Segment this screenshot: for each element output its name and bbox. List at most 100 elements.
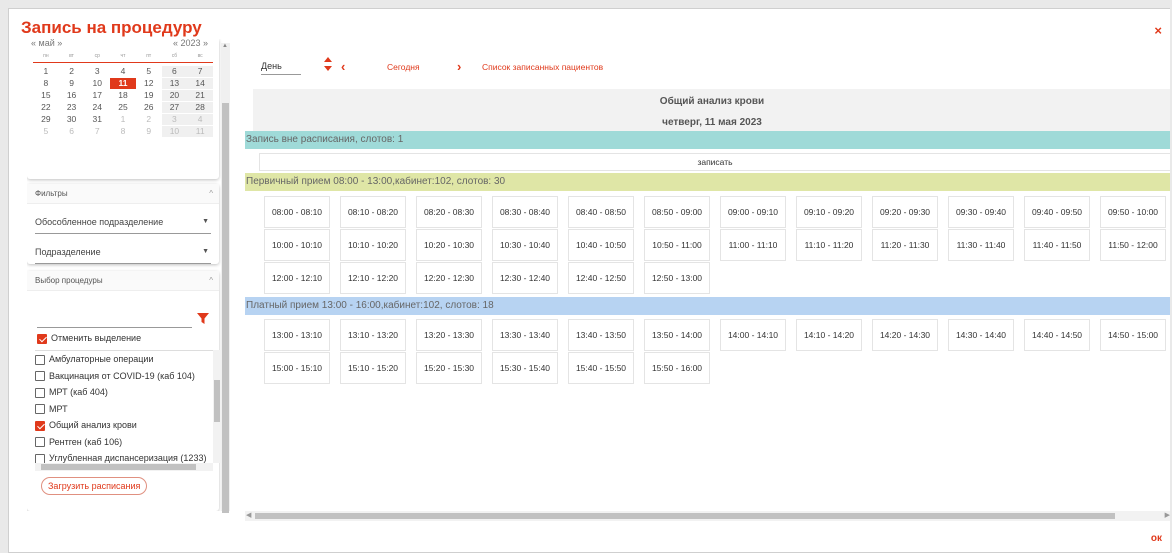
left-panel-scrollbar[interactable]: ▲: [221, 43, 230, 513]
time-slot[interactable]: 08:00 - 08:10: [264, 196, 330, 228]
time-slot[interactable]: 11:00 - 11:10: [720, 229, 786, 261]
time-slot[interactable]: 15:20 - 15:30: [416, 352, 482, 384]
procedure-item[interactable]: Вакцинация от COVID-19 (каб 104): [35, 368, 213, 385]
calendar-day[interactable]: 15: [33, 90, 59, 101]
time-slot[interactable]: 09:30 - 09:40: [948, 196, 1014, 228]
calendar-day[interactable]: 8: [33, 78, 59, 89]
calendar-day[interactable]: 7: [84, 126, 110, 137]
calendar-day[interactable]: 19: [136, 90, 162, 101]
time-slot[interactable]: 14:10 - 14:20: [796, 319, 862, 351]
calendar-day[interactable]: 5: [136, 66, 162, 77]
calendar-day[interactable]: 7: [187, 66, 213, 77]
time-slot[interactable]: 14:30 - 14:40: [948, 319, 1014, 351]
calendar-day[interactable]: 8: [110, 126, 136, 137]
calendar-day[interactable]: 22: [33, 102, 59, 113]
time-slot[interactable]: 08:40 - 08:50: [568, 196, 634, 228]
calendar-day[interactable]: 25: [110, 102, 136, 113]
checkbox-icon[interactable]: [35, 387, 45, 398]
calendar-day[interactable]: 16: [59, 90, 85, 101]
calendar-day[interactable]: 4: [110, 66, 136, 77]
procedure-item[interactable]: Углубленная диспансеризация (1233): [35, 450, 213, 463]
calendar-day[interactable]: 18: [110, 90, 136, 101]
department-select[interactable]: Подразделение ▼: [35, 234, 211, 264]
view-select[interactable]: День: [261, 57, 301, 75]
time-slot[interactable]: 12:30 - 12:40: [492, 262, 558, 294]
time-slot[interactable]: 10:50 - 11:00: [644, 229, 710, 261]
time-slot[interactable]: 09:20 - 09:30: [872, 196, 938, 228]
time-slot[interactable]: 12:40 - 12:50: [568, 262, 634, 294]
scroll-up-icon[interactable]: ▲: [222, 43, 228, 49]
scroll-right-icon[interactable]: ▶: [1165, 511, 1170, 519]
time-slot[interactable]: 09:10 - 09:20: [796, 196, 862, 228]
next-day-icon[interactable]: ›: [457, 59, 461, 74]
filter-icon[interactable]: [197, 313, 209, 325]
calendar-day[interactable]: 2: [59, 66, 85, 77]
scroll-thumb[interactable]: [214, 380, 220, 422]
patients-list-link[interactable]: Список записанных пациентов: [482, 62, 603, 72]
calendar-day[interactable]: 13: [161, 78, 188, 89]
close-icon[interactable]: ×: [1154, 23, 1162, 38]
time-slot[interactable]: 08:30 - 08:40: [492, 196, 558, 228]
calendar-day[interactable]: 1: [33, 66, 59, 77]
scroll-thumb[interactable]: [222, 103, 229, 513]
time-slot[interactable]: 09:50 - 10:00: [1100, 196, 1166, 228]
time-slot[interactable]: 12:50 - 13:00: [644, 262, 710, 294]
calendar-day[interactable]: 20: [161, 90, 188, 101]
procedure-item[interactable]: МРТ: [35, 401, 213, 418]
time-slot[interactable]: 14:40 - 14:50: [1024, 319, 1090, 351]
calendar-day[interactable]: 21: [187, 90, 213, 101]
calendar-day[interactable]: 28: [187, 102, 213, 113]
calendar-day[interactable]: 10: [161, 126, 188, 137]
time-slot[interactable]: 09:00 - 09:10: [720, 196, 786, 228]
time-slot[interactable]: 11:40 - 11:50: [1024, 229, 1090, 261]
time-slot[interactable]: 13:50 - 14:00: [644, 319, 710, 351]
calendar-day[interactable]: 2: [136, 114, 162, 125]
calendar-day[interactable]: 4: [187, 114, 213, 125]
procedure-item[interactable]: Общий анализ крови: [35, 417, 213, 434]
time-slot[interactable]: 13:10 - 13:20: [340, 319, 406, 351]
today-link[interactable]: Сегодня: [387, 62, 420, 72]
month-switcher[interactable]: « май »: [31, 39, 62, 48]
calendar-day[interactable]: 11: [110, 78, 136, 89]
time-slot[interactable]: 10:10 - 10:20: [340, 229, 406, 261]
scroll-thumb[interactable]: [255, 513, 1115, 519]
year-switcher[interactable]: « 2023 »: [173, 39, 208, 48]
checkbox-icon[interactable]: [35, 354, 45, 365]
load-schedules-button[interactable]: Загрузить расписания: [41, 477, 148, 495]
calendar-day[interactable]: 10: [84, 78, 110, 89]
time-slot[interactable]: 10:00 - 10:10: [264, 229, 330, 261]
schedule-hscrollbar[interactable]: ◀ ▶: [245, 511, 1170, 521]
procedure-list-hscrollbar[interactable]: [35, 463, 213, 471]
time-slot[interactable]: 15:30 - 15:40: [492, 352, 558, 384]
procedure-header[interactable]: Выбор процедуры ^: [27, 271, 219, 291]
time-slot[interactable]: 15:50 - 16:00: [644, 352, 710, 384]
calendar-day[interactable]: 27: [161, 102, 188, 113]
procedure-list-scrollbar[interactable]: [213, 350, 221, 463]
time-slot[interactable]: 10:20 - 10:30: [416, 229, 482, 261]
checkbox-checked-icon[interactable]: [35, 420, 45, 431]
ok-button[interactable]: ок: [1151, 533, 1162, 544]
time-slot[interactable]: 11:10 - 11:20: [796, 229, 862, 261]
checkbox-icon[interactable]: [35, 404, 45, 415]
scroll-left-icon[interactable]: ◀: [246, 511, 251, 519]
prev-day-icon[interactable]: ‹: [341, 59, 345, 74]
time-slot[interactable]: 09:40 - 09:50: [1024, 196, 1090, 228]
time-slot[interactable]: 08:20 - 08:30: [416, 196, 482, 228]
calendar-day[interactable]: 6: [161, 66, 188, 77]
calendar-day[interactable]: 29: [33, 114, 59, 125]
procedure-item[interactable]: Рентген (каб 106): [35, 434, 213, 451]
checkbox-icon[interactable]: [35, 437, 45, 448]
calendar-day[interactable]: 30: [59, 114, 85, 125]
time-slot[interactable]: 15:10 - 15:20: [340, 352, 406, 384]
time-slot[interactable]: 11:20 - 11:30: [872, 229, 938, 261]
procedure-search-input[interactable]: [37, 316, 192, 328]
spinner-arrows-icon[interactable]: [323, 56, 333, 72]
calendar-day[interactable]: 3: [161, 114, 188, 125]
time-slot[interactable]: 14:00 - 14:10: [720, 319, 786, 351]
time-slot[interactable]: 15:00 - 15:10: [264, 352, 330, 384]
time-slot[interactable]: 10:30 - 10:40: [492, 229, 558, 261]
time-slot[interactable]: 13:30 - 13:40: [492, 319, 558, 351]
calendar-day[interactable]: 6: [59, 126, 85, 137]
calendar-day[interactable]: 5: [33, 126, 59, 137]
time-slot[interactable]: 12:10 - 12:20: [340, 262, 406, 294]
